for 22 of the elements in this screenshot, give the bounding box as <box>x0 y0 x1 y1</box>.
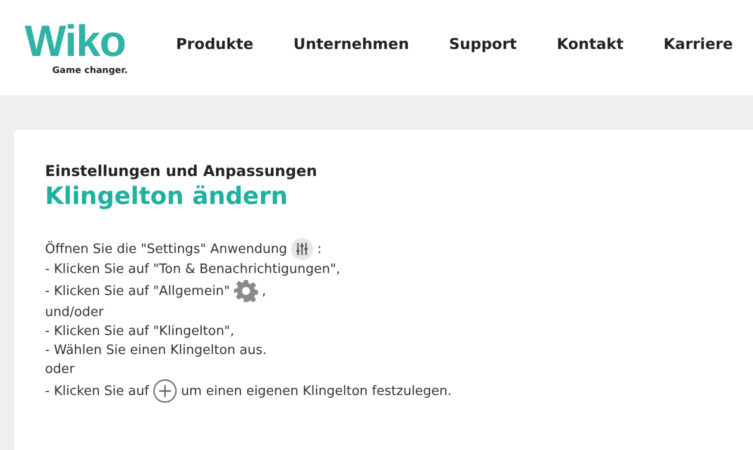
instruction-text: , <box>262 282 266 300</box>
instruction-text: oder <box>45 361 75 379</box>
sliders-icon <box>291 238 314 260</box>
instruction-text: und/oder <box>45 304 104 322</box>
instruction-text: Öffnen Sie die "Settings" Anwendung <box>45 240 288 258</box>
instruction-text: - Wählen Sie einen Klingelton aus. <box>45 342 267 360</box>
instruction-text: um einen eigenen Klingelton festzulegen. <box>180 382 452 400</box>
instruction-text: - Klicken Sie auf "Ton & Benachrichtigungen", <box>45 261 340 279</box>
instruction-text: - Klicken Sie auf "Klingelton", <box>45 323 234 341</box>
add-icon <box>152 379 177 403</box>
article-category: Einstellungen und Anpassungen <box>45 162 318 180</box>
logo-tagline: Game changer. <box>52 66 128 76</box>
instruction-text: - Klicken Sie auf <box>45 382 149 400</box>
instruction-text: - Klicken Sie auf "Allgemein" <box>45 282 230 300</box>
nav-link[interactable]: Produkte <box>176 34 254 52</box>
nav-link[interactable]: Unternehmen <box>293 34 410 52</box>
settings-icon <box>234 279 258 303</box>
instruction-text: : <box>317 240 322 258</box>
nav-link[interactable]: Support <box>448 34 517 52</box>
nav-link[interactable]: Karriere <box>664 34 733 52</box>
nav-link[interactable]: Kontakt <box>556 34 624 52</box>
article-title: Klingelton ändern <box>45 181 289 212</box>
